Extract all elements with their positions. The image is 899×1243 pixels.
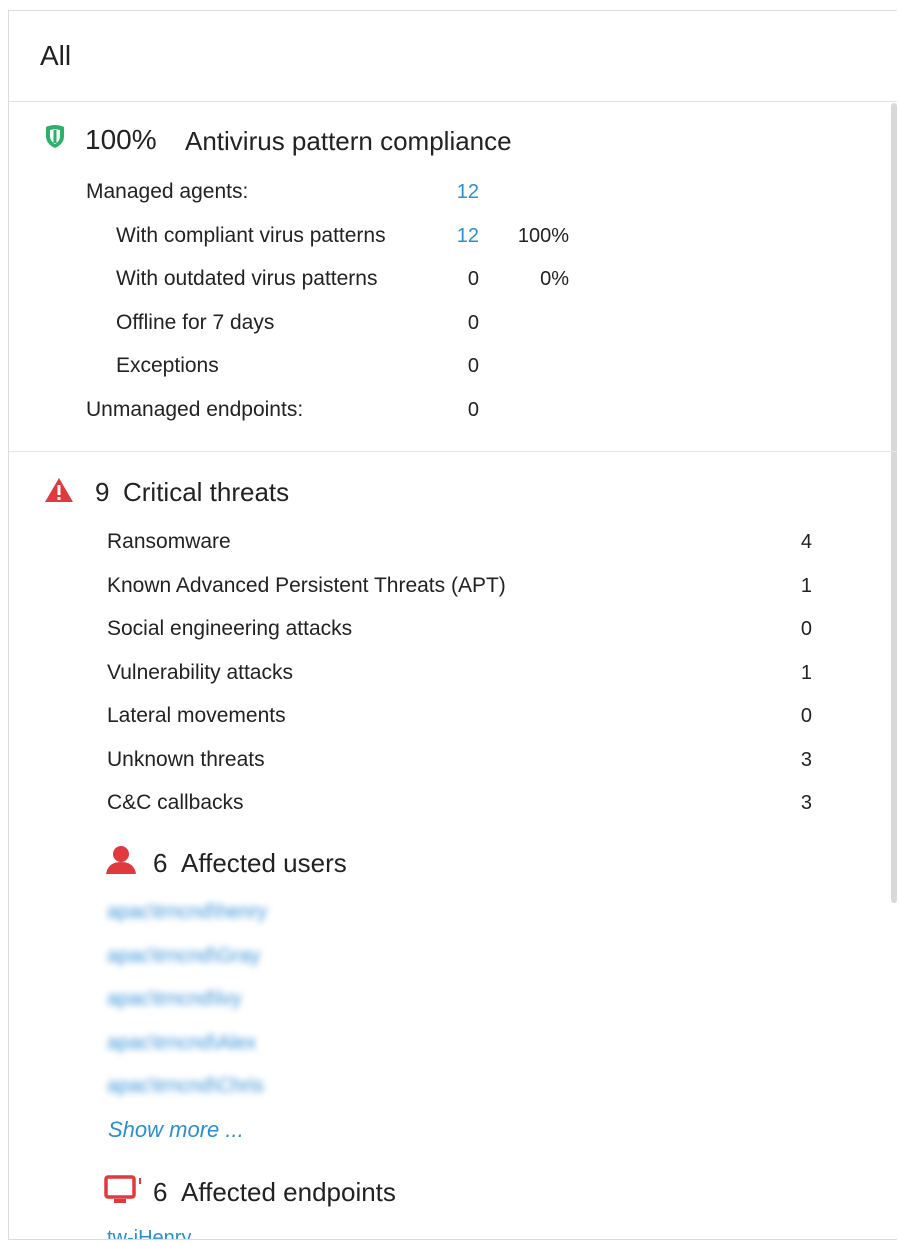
panel-header: All — [9, 11, 897, 102]
summary-panel: All 100% Antivirus pattern compliance Ma… — [8, 10, 897, 1240]
affected-user-link[interactable]: apac\trncnd\Gray — [107, 945, 260, 968]
panel-title: All — [40, 40, 72, 71]
scrollbar[interactable] — [891, 103, 897, 903]
threat-label-cc-callbacks: C&C callbacks — [107, 791, 244, 814]
threat-count-unknown[interactable]: 3 — [752, 749, 812, 772]
unmanaged-endpoints-count: 0 — [467, 399, 479, 421]
endpoint-link[interactable]: tw-iHenry — [107, 1227, 191, 1239]
offline-count: 0 — [467, 312, 479, 334]
threat-label-vulnerability: Vulnerability attacks — [107, 661, 293, 684]
threat-label-apt: Known Advanced Persistent Threats (APT) — [107, 574, 506, 597]
affected-user-link[interactable]: apac\trncnd\Alex — [107, 1032, 256, 1055]
threat-count-apt[interactable]: 1 — [752, 575, 812, 598]
exceptions-label: Exceptions — [116, 354, 219, 377]
critical-threats-title: Critical threats — [123, 477, 290, 507]
compliance-title: Antivirus pattern compliance — [185, 126, 512, 156]
endpoint-link-clip: tw-iHenry — [107, 1227, 191, 1239]
critical-threats-count: 9 — [95, 477, 110, 507]
affected-users-title: Affected users — [181, 848, 347, 878]
monitor-icon — [104, 1175, 141, 1203]
user-icon — [106, 846, 136, 874]
affected-user-link[interactable]: apac\trncnd\henry — [107, 901, 267, 924]
affected-users-count: 6 — [153, 848, 168, 878]
warning-triangle-icon — [45, 478, 73, 502]
affected-user-link[interactable]: apac\trncnd\Chris — [107, 1075, 264, 1098]
threat-count-vulnerability[interactable]: 1 — [752, 662, 812, 685]
outdated-patterns-count: 0 — [467, 268, 479, 290]
offline-label: Offline for 7 days — [116, 311, 275, 334]
threat-count-cc-callbacks[interactable]: 3 — [752, 792, 812, 815]
outdated-patterns-label: With outdated virus patterns — [116, 267, 378, 290]
threat-count-social-engineering: 0 — [800, 618, 812, 640]
affected-user-link[interactable]: apac\trncnd\lvy — [107, 988, 242, 1011]
threat-label-lateral: Lateral movements — [107, 704, 286, 727]
threat-count-lateral: 0 — [800, 705, 812, 727]
compliant-patterns-percent: 100% — [517, 225, 569, 247]
shield-icon — [46, 125, 64, 148]
threat-label-ransomware: Ransomware — [107, 530, 231, 553]
affected-endpoints-title: Affected endpoints — [181, 1177, 396, 1207]
threat-count-ransomware[interactable]: 4 — [752, 531, 812, 554]
managed-agents-count[interactable]: 12 — [419, 181, 479, 204]
exceptions-count: 0 — [467, 355, 479, 377]
unmanaged-endpoints-label: Unmanaged endpoints: — [86, 398, 304, 421]
affected-endpoints-count: 6 — [153, 1177, 168, 1207]
compliance-percent: 100% — [85, 124, 157, 155]
show-more-link[interactable]: Show more ... — [108, 1117, 244, 1143]
managed-agents-label: Managed agents: — [86, 180, 249, 203]
compliant-patterns-count[interactable]: 12 — [419, 225, 479, 248]
threat-label-unknown: Unknown threats — [107, 748, 265, 771]
threat-label-social-engineering: Social engineering attacks — [107, 617, 353, 640]
outdated-patterns-percent: 0% — [540, 268, 569, 290]
section-divider — [9, 451, 897, 452]
compliant-patterns-label: With compliant virus patterns — [116, 224, 386, 247]
